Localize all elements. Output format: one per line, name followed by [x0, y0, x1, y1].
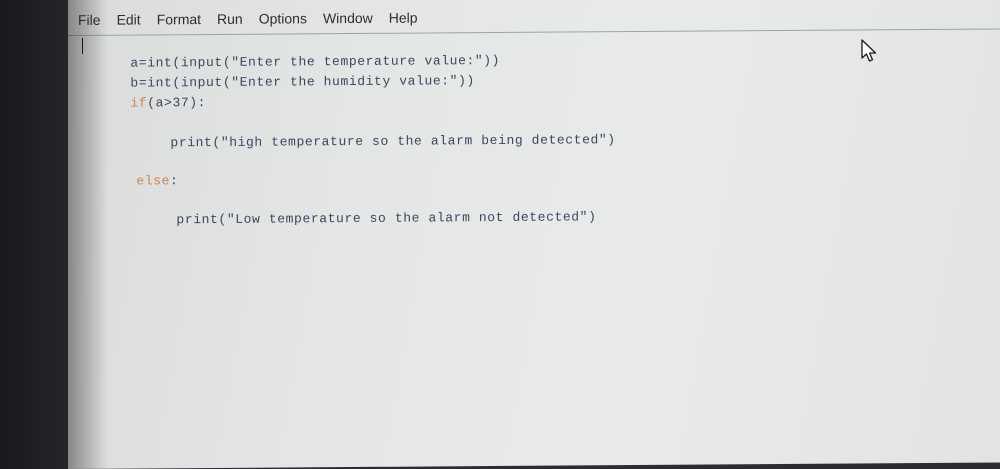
code-line-3[interactable]: if(a>37): — [80, 76, 206, 111]
code-line-2[interactable]: b=int(input("Enter the humidity value:")… — [80, 54, 474, 90]
code-line-4[interactable]: print("high temperature so the alarm bei… — [120, 113, 615, 150]
code-text: print("high temperature so the alarm bei… — [170, 132, 616, 151]
code-text: (a>37): — [147, 95, 207, 111]
code-editor[interactable]: a=int(input("Enter the temperature value… — [76, 31, 986, 457]
menu-options[interactable]: Options — [251, 10, 315, 26]
menu-help[interactable]: Help — [381, 10, 426, 26]
code-line-1[interactable]: a=int(input("Enter the temperature value… — [80, 34, 500, 71]
menu-format[interactable]: Format — [149, 11, 209, 27]
idle-editor-window: File Edit Format Run Options Window Help… — [68, 0, 1000, 469]
keyword-if: if — [130, 95, 148, 111]
code-line-6[interactable]: print("Low temperature so the alarm not … — [126, 190, 596, 227]
menu-run[interactable]: Run — [209, 11, 251, 27]
menu-edit[interactable]: Edit — [109, 11, 149, 27]
menu-window[interactable]: Window — [315, 10, 381, 26]
code-line-5[interactable]: else: — [86, 154, 178, 188]
mouse-pointer-icon — [861, 39, 877, 62]
menu-bar: File Edit Format Run Options Window Help — [68, 1, 1000, 32]
keyword-else: else — [136, 173, 171, 189]
menu-file[interactable]: File — [68, 12, 109, 28]
code-text: : — [170, 173, 179, 189]
code-text: print("Low temperature so the alarm not … — [176, 209, 597, 228]
